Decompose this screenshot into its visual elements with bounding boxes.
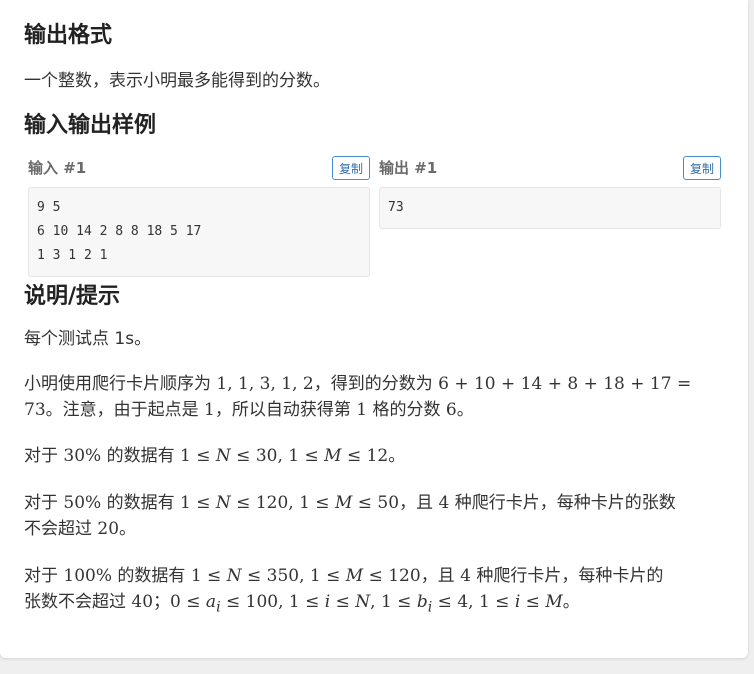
sample-input-code: 9 5 6 10 14 2 8 8 18 5 17 1 3 1 2 1 [28,187,370,277]
copy-output-button[interactable]: 复制 [682,156,721,180]
text: 种爬行卡片，每种卡片的张数 [449,493,676,513]
code-line: 73 [388,200,404,215]
math: ≤ 50 [352,493,400,513]
output-format-text: 一个整数，表示小明最多能得到的分数。 [24,71,330,91]
math: 1 ≤ [180,493,216,513]
text: 种爬行卡片，每种卡片的 [470,566,664,586]
text: 对于 [24,566,64,586]
math: ≤ 4, 1 ≤ [432,592,515,612]
math: 1 ≤ [190,566,227,586]
output-format-heading: 输出格式 [24,23,113,48]
constraint-30-percent: 对于 30% 的数据有 1 ≤ N ≤ 30, 1 ≤ M ≤ 12。 [24,443,724,469]
math: 1, 1, 3, 1, 2 [216,374,314,394]
text: 的数据有 [101,493,181,513]
math-var: M [345,566,364,586]
text: ，得到的分数为 [313,374,439,394]
code-line: 9 5 [37,200,61,215]
text: ，且 [399,493,439,513]
text: 。注意，由于起点是 [45,400,205,420]
math: ≤ 120, 1 ≤ [230,493,335,513]
math: 50% [63,493,102,513]
math: 1 ≤ [180,446,216,466]
text: 。 [456,400,474,420]
text: ，所以自动获得第 [214,400,357,420]
text: ； [153,592,171,612]
text: 。 [562,592,580,612]
sample-input: 输入 #1 复制 9 5 6 10 14 2 8 8 18 5 17 1 3 1… [28,156,370,277]
text: 对于 [24,493,64,513]
text: 的数据有 [112,566,191,586]
math: 20 [97,519,120,539]
text: 。 [388,446,406,466]
text: 格的分数 [367,400,446,420]
math: ≤ 100, 1 ≤ [220,592,325,612]
math-var: N [226,566,242,586]
math: ≤ [520,592,546,612]
text: 的数据有 [101,446,181,466]
math: 6 [445,400,457,420]
math: ≤ 350, 1 ≤ [241,566,346,586]
math: 0 ≤ [170,592,206,612]
math-var: N [355,592,371,612]
math-var: M [334,493,353,513]
text: 不会超过 [24,519,98,539]
text: 。 [119,519,137,539]
constraint-50-percent: 对于 50% 的数据有 1 ≤ N ≤ 120, 1 ≤ M ≤ 50，且 4 … [24,490,724,542]
math-var: b [416,592,428,612]
math: 4 [460,566,471,586]
math: 4 [438,493,450,513]
code-line: 6 10 14 2 8 8 18 5 17 [37,224,202,239]
text: 张数不会超过 [24,592,132,612]
sample-output: 输出 #1 复制 73 [379,156,721,229]
math-var: M [545,592,563,612]
math: 100% [63,566,113,586]
constraint-100-percent: 对于 100% 的数据有 1 ≤ N ≤ 350, 1 ≤ M ≤ 120，且 … [24,563,724,620]
sample-input-title: 输入 #1 [28,159,87,177]
math-var: M [324,446,342,466]
math: 30% [63,446,102,466]
math-var: N [215,446,231,466]
text: 对于 [24,446,64,466]
example-explanation: 小明使用爬行卡片顺序为 1, 1, 3, 1, 2，得到的分数为 6 + 10 … [24,371,724,423]
sample-output-title: 输出 #1 [379,159,438,177]
sample-output-code: 73 [379,187,721,229]
code-line: 1 3 1 2 1 [37,248,108,263]
math: 73 [24,400,46,420]
text: ，且 [420,566,461,586]
problem-card: 输出格式 一个整数，表示小明最多能得到的分数。 输入输出样例 输入 #1 复制 … [0,0,748,658]
copy-input-button[interactable]: 复制 [331,156,370,180]
math: ≤ 30, 1 ≤ [230,446,325,466]
time-limit-text: 每个测试点 1s。 [24,329,152,349]
text: 小明使用爬行卡片顺序为 [24,374,217,394]
math: 6 + 10 + 14 + 8 + 18 + 17 = [438,374,692,394]
math-var: N [215,493,231,513]
math: ≤ 120 [363,566,421,586]
hint-heading: 说明/提示 [24,284,121,309]
math: ≤ 12 [341,446,389,466]
math: ≤ [330,592,356,612]
math-var: a [205,592,217,612]
math: 1 [356,400,368,420]
samples-heading: 输入输出样例 [24,113,157,138]
math: 40 [131,592,154,612]
math: 1 [204,400,215,420]
math: , 1 ≤ [370,592,417,612]
